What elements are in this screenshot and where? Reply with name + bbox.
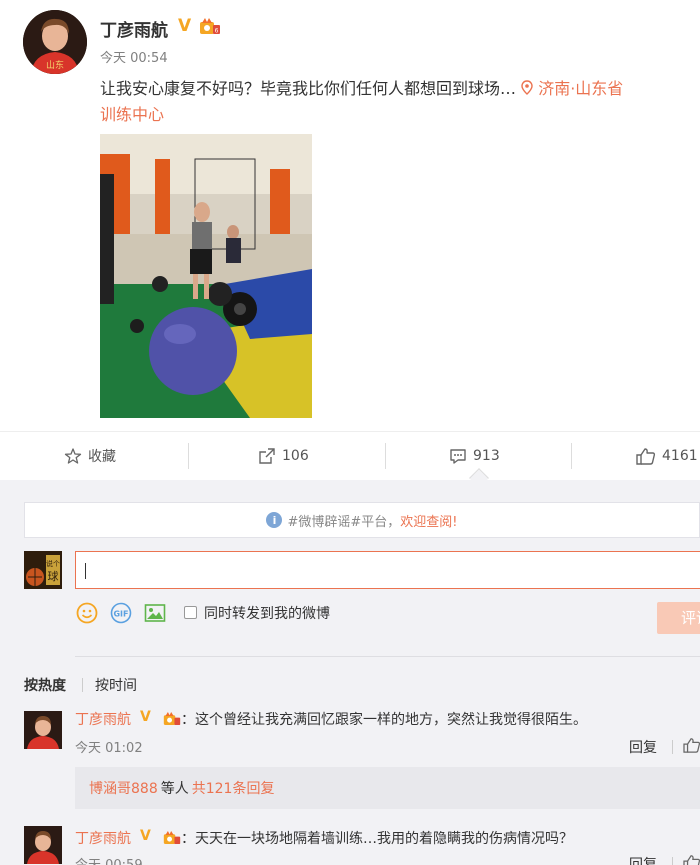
svg-text:说个: 说个 <box>46 559 60 568</box>
comment-avatar[interactable] <box>24 826 62 864</box>
replies-count-link[interactable]: 共121条回复 <box>192 778 275 798</box>
repost-option-label[interactable]: 同时转发到我的微博 <box>204 603 330 623</box>
divider <box>385 443 386 469</box>
sort-by-time[interactable]: 按时间 <box>95 675 137 695</box>
repost-count: 106 <box>282 448 309 464</box>
composer-tools: GIF <box>75 600 177 626</box>
member-crown-icon <box>163 711 181 726</box>
location-part1[interactable]: 济南·山东省 <box>538 79 623 98</box>
svg-text:球: 球 <box>48 569 59 583</box>
my-avatar[interactable]: 说个 球 <box>24 551 62 589</box>
comment-like-button[interactable] <box>683 854 700 865</box>
info-icon: i <box>266 512 283 528</box>
thumb-up-icon <box>636 448 656 465</box>
repost-button[interactable]: 106 <box>258 432 309 480</box>
action-bar: 收藏 106 913 4161 <box>0 432 700 480</box>
comment-avatar[interactable] <box>24 711 62 749</box>
comment-author[interactable]: 丁彦雨航 <box>75 828 131 848</box>
thumb-up-icon <box>683 855 700 865</box>
emoji-icon[interactable] <box>75 601 99 625</box>
post-time[interactable]: 今天 00:54 <box>100 47 168 66</box>
like-button[interactable]: 4161 <box>636 432 698 480</box>
thumb-up-icon <box>683 738 700 753</box>
submit-comment-button[interactable]: 评论 <box>657 602 700 634</box>
author-name[interactable]: 丁彦雨航 <box>100 16 168 41</box>
text-cursor <box>85 563 86 579</box>
post-text: 让我安心康复不好吗？毕竟我比你们任何人都想回到球场… 济南·山东省 <box>100 75 700 103</box>
rumor-notice[interactable]: i #微博辟谣#平台， 欢迎查阅! <box>24 502 700 538</box>
divider <box>571 443 572 469</box>
sort-by-hot[interactable]: 按热度 <box>24 675 66 695</box>
verified-badge: V <box>140 828 151 844</box>
verified-badge: V <box>140 709 151 725</box>
replies-text: 等人 <box>160 781 189 797</box>
divider <box>672 740 673 754</box>
post-body: 让我安心康复不好吗？毕竟我比你们任何人都想回到球场… <box>100 79 517 98</box>
replies-user[interactable]: 博涵哥888 <box>89 778 158 798</box>
author-avatar[interactable]: 山东 <box>23 10 87 74</box>
comment-time: 今天 00:59 <box>75 854 143 865</box>
image-icon[interactable] <box>143 601 167 625</box>
repost-checkbox[interactable] <box>184 606 197 619</box>
favorite-label: 收藏 <box>88 449 116 465</box>
repost-icon <box>259 448 275 464</box>
comment-text: ：天天在一块场地隔着墙训练…我用的着隐瞒我的伤病情况吗？ <box>181 831 573 847</box>
replies-summary[interactable]: 博涵哥888 等人 共121条回复 <box>75 767 700 809</box>
reply-button[interactable]: 回复 <box>629 737 657 757</box>
comment-input[interactable] <box>75 551 700 589</box>
comment-count: 913 <box>473 448 500 464</box>
location-pin-icon <box>521 80 533 95</box>
notice-text: #微博辟谣#平台， <box>287 514 401 530</box>
divider <box>672 857 673 865</box>
location-part2[interactable]: 训练中心 <box>100 101 164 125</box>
verified-badge: V <box>178 16 192 36</box>
comment-author[interactable]: 丁彦雨航 <box>75 709 131 729</box>
comment-text: ：这个曾经让我充满回忆跟家一样的地方，突然让我觉得很陌生。 <box>181 712 587 728</box>
divider <box>75 656 700 657</box>
gif-icon[interactable]: GIF <box>109 601 133 625</box>
comment-time: 今天 01:02 <box>75 741 143 756</box>
star-icon <box>64 448 82 464</box>
member-crown-icon: 6 <box>199 17 221 35</box>
comment-icon <box>450 449 466 464</box>
like-count: 4161 <box>662 448 698 464</box>
divider <box>188 443 189 469</box>
member-crown-icon <box>163 830 181 845</box>
favorite-button[interactable]: 收藏 <box>64 432 116 480</box>
svg-text:山东: 山东 <box>46 59 64 71</box>
post-photo[interactable] <box>100 134 312 418</box>
notice-link[interactable]: 欢迎查阅! <box>400 511 457 530</box>
comment-like-button[interactable] <box>683 737 700 757</box>
divider <box>82 678 83 692</box>
reply-button[interactable]: 回复 <box>629 854 657 865</box>
svg-text:6: 6 <box>215 28 219 35</box>
location-link[interactable]: 济南·山东省 <box>521 79 623 98</box>
svg-text:GIF: GIF <box>113 610 128 619</box>
